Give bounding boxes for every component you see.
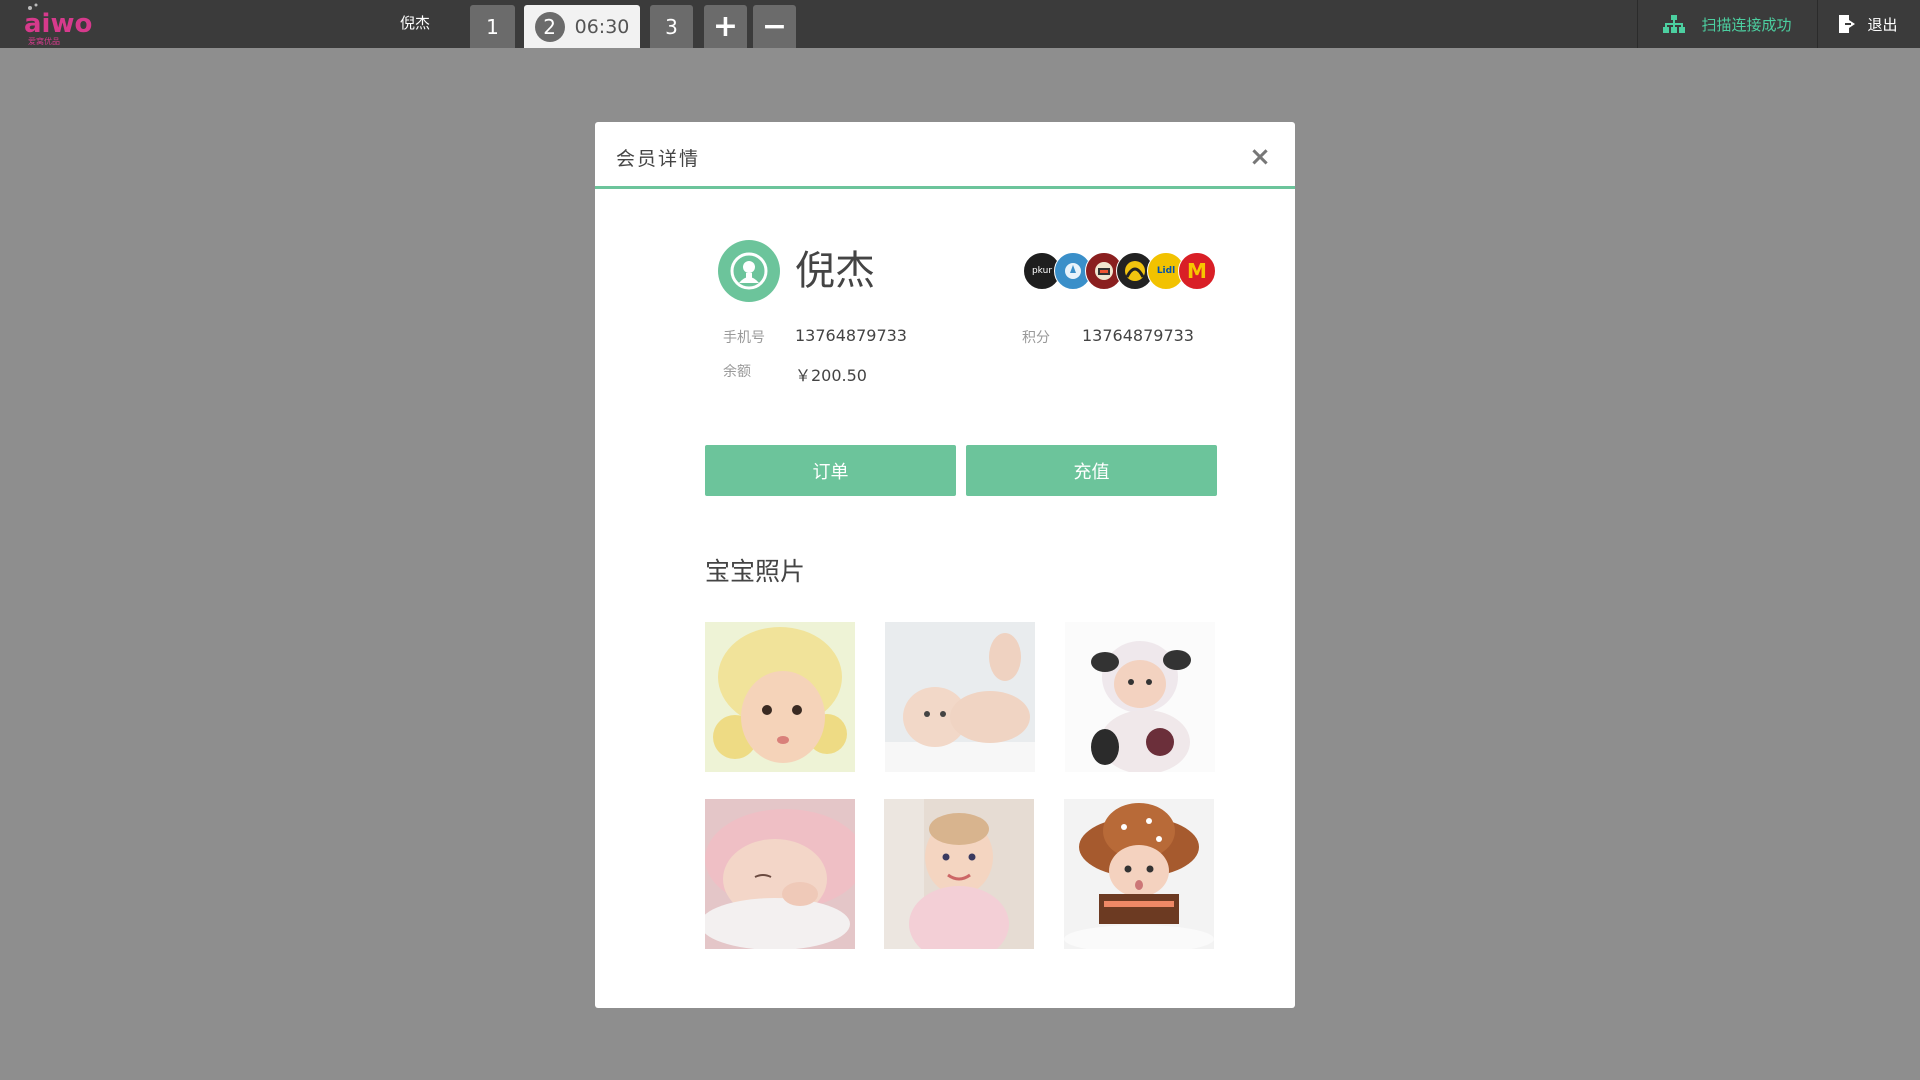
remove-tab-button[interactable]: − bbox=[753, 5, 796, 48]
add-tab-button[interactable]: + bbox=[704, 5, 747, 48]
tab-3[interactable]: 3 bbox=[650, 5, 693, 48]
plus-icon: + bbox=[712, 9, 739, 44]
baby-photo-6[interactable] bbox=[1064, 799, 1214, 949]
current-user-name: 倪杰 bbox=[399, 14, 430, 32]
tab-1-label: 1 bbox=[486, 14, 499, 39]
app-logo[interactable]: aiwo 爱窝优品 bbox=[22, 2, 92, 46]
baby-photos-title: 宝宝照片 bbox=[705, 557, 806, 586]
brand-badge-6: M bbox=[1178, 252, 1216, 290]
tab-2-number: 2 bbox=[534, 11, 565, 42]
phone-label: 手机号 bbox=[723, 330, 765, 346]
points-value: 13764879733 bbox=[1082, 326, 1194, 345]
logo-subtext: 爱窝优品 bbox=[28, 36, 60, 46]
user-icon bbox=[730, 252, 768, 290]
baby-photo-1[interactable] bbox=[705, 622, 855, 772]
network-icon bbox=[1663, 15, 1686, 33]
logout-button[interactable]: 退出 bbox=[1817, 0, 1920, 48]
member-avatar bbox=[718, 240, 780, 302]
balance-label: 余额 bbox=[723, 364, 751, 380]
dialog-header: 会员详情 × bbox=[595, 122, 1295, 189]
baby-photo-2[interactable] bbox=[885, 622, 1035, 772]
brand-badges: pkur Lidl M bbox=[1023, 252, 1219, 292]
recharge-button[interactable]: 充值 bbox=[966, 445, 1217, 496]
tab-1[interactable]: 1 bbox=[470, 5, 515, 48]
tab-3-label: 3 bbox=[665, 14, 678, 39]
baby-photo-5[interactable] bbox=[884, 799, 1034, 949]
baby-photo-4[interactable] bbox=[705, 799, 855, 949]
phone-value: 13764879733 bbox=[795, 326, 907, 345]
member-name: 倪杰 bbox=[795, 248, 875, 294]
logout-label: 退出 bbox=[1867, 15, 1898, 34]
balance-value: ￥200.50 bbox=[795, 366, 867, 385]
baby-photo-3[interactable] bbox=[1065, 622, 1215, 772]
close-icon[interactable]: × bbox=[1245, 142, 1275, 172]
top-bar: aiwo 爱窝优品 倪杰 1 2 06:30 3 + − 扫描连接成功 退出 bbox=[0, 0, 1920, 48]
logout-icon bbox=[1839, 15, 1856, 33]
scan-status-button[interactable]: 扫描连接成功 bbox=[1637, 0, 1818, 48]
dialog-title: 会员详情 bbox=[616, 148, 701, 170]
scan-status-text: 扫描连接成功 bbox=[1701, 15, 1792, 34]
orders-button[interactable]: 订单 bbox=[705, 445, 956, 496]
minus-icon: − bbox=[761, 9, 788, 44]
logo-text: aiwo bbox=[24, 9, 92, 39]
tab-2-timer: 06:30 bbox=[574, 15, 630, 38]
member-detail-dialog: 会员详情 × 倪杰 pkur Lidl M 手机号 13764879733 积分… bbox=[595, 122, 1295, 1008]
tab-2[interactable]: 2 06:30 bbox=[524, 5, 640, 48]
points-label: 积分 bbox=[1022, 330, 1050, 346]
